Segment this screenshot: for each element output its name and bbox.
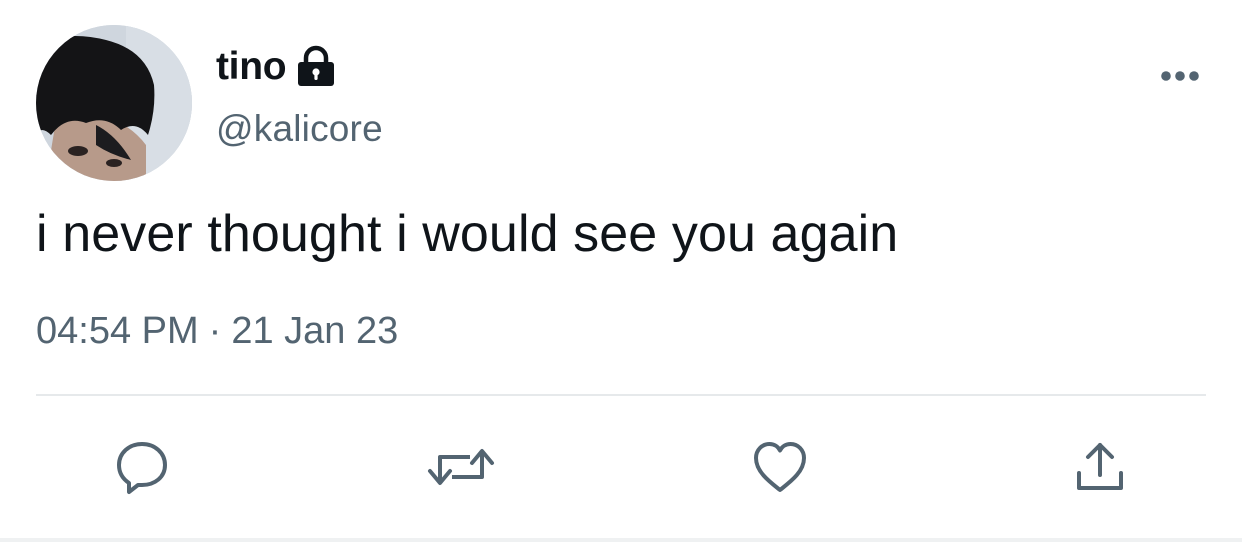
tweet-time: 04:54 PM xyxy=(36,310,199,352)
avatar[interactable] xyxy=(36,25,192,181)
share-upload-icon xyxy=(1077,443,1123,490)
more-options-button[interactable] xyxy=(1152,56,1208,96)
reply-button[interactable] xyxy=(112,437,172,497)
display-name[interactable]: tino xyxy=(216,45,287,89)
like-button[interactable] xyxy=(750,437,810,497)
share-button[interactable] xyxy=(1070,437,1130,497)
retweet-arrows-icon xyxy=(428,449,494,485)
tweet-date: 21 Jan 23 xyxy=(231,310,399,352)
ellipsis-icon xyxy=(1161,71,1199,81)
lock-icon xyxy=(294,45,338,89)
speech-bubble-icon xyxy=(117,442,167,494)
author-name-row: tino xyxy=(216,42,338,92)
heart-icon xyxy=(754,442,806,492)
avatar-photo xyxy=(36,25,192,181)
tweet-text: i never thought i would see you again xyxy=(36,205,899,263)
tweet-card: tino @kalicore i never thought i would s… xyxy=(0,0,1242,558)
tweet-timestamp[interactable]: 04:54 PM · 21 Jan 23 xyxy=(36,310,398,353)
bottom-separator xyxy=(0,538,1242,542)
divider xyxy=(36,394,1206,396)
author-handle[interactable]: @kalicore xyxy=(216,108,383,150)
retweet-button[interactable] xyxy=(426,437,496,497)
meta-separator: · xyxy=(208,310,222,352)
